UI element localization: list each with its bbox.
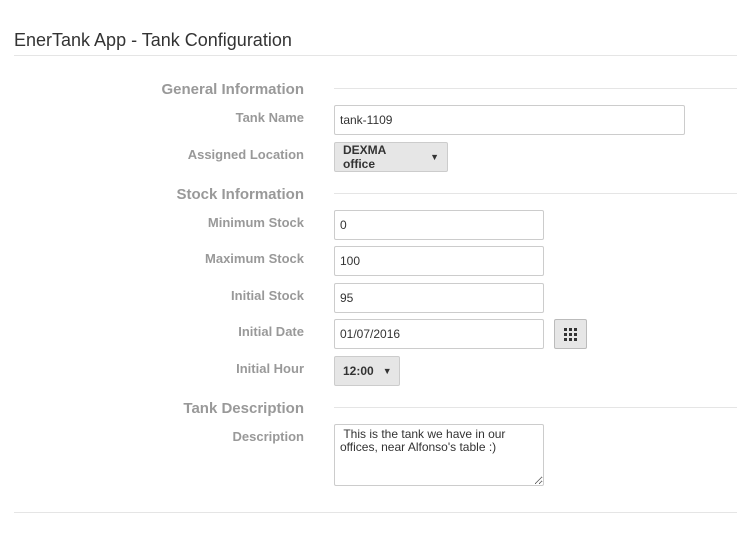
minimum-stock-input[interactable] bbox=[334, 210, 544, 240]
maximum-stock-label: Maximum Stock bbox=[205, 251, 304, 266]
calendar-grid-icon bbox=[564, 327, 577, 341]
description-textarea[interactable]: This is the tank we have in our offices,… bbox=[334, 424, 544, 486]
initial-hour-select[interactable]: 12:00 ▼ bbox=[334, 356, 400, 386]
section-divider-general bbox=[334, 88, 737, 89]
minimum-stock-label: Minimum Stock bbox=[207, 215, 304, 230]
caret-down-icon: ▼ bbox=[382, 366, 392, 376]
section-divider-stock bbox=[334, 193, 737, 194]
assigned-location-label: Assigned Location bbox=[187, 147, 304, 162]
calendar-button[interactable] bbox=[554, 319, 587, 349]
initial-date-input[interactable] bbox=[334, 319, 544, 349]
page-title: EnerTank App - Tank Configuration bbox=[14, 30, 292, 50]
initial-date-label: Initial Date bbox=[238, 324, 304, 339]
caret-down-icon: ▼ bbox=[430, 152, 439, 162]
initial-hour-label: Initial Hour bbox=[236, 361, 304, 376]
assigned-location-value: DEXMA office bbox=[343, 143, 386, 171]
tank-name-input[interactable] bbox=[334, 105, 685, 135]
tank-name-label: Tank Name bbox=[235, 110, 304, 125]
section-title-general: General Information bbox=[161, 81, 304, 98]
assigned-location-select[interactable]: DEXMA office ▼ bbox=[334, 142, 448, 172]
initial-stock-label: Initial Stock bbox=[231, 288, 304, 303]
initial-stock-input[interactable] bbox=[334, 283, 544, 313]
section-title-stock: Stock Information bbox=[176, 186, 304, 203]
form-bottom-divider bbox=[14, 512, 737, 513]
initial-hour-value: 12:00 bbox=[343, 364, 374, 378]
title-divider bbox=[14, 55, 737, 56]
section-title-description: Tank Description bbox=[183, 400, 304, 417]
maximum-stock-input[interactable] bbox=[334, 246, 544, 276]
description-label: Description bbox=[232, 429, 304, 444]
section-divider-description bbox=[334, 407, 737, 408]
